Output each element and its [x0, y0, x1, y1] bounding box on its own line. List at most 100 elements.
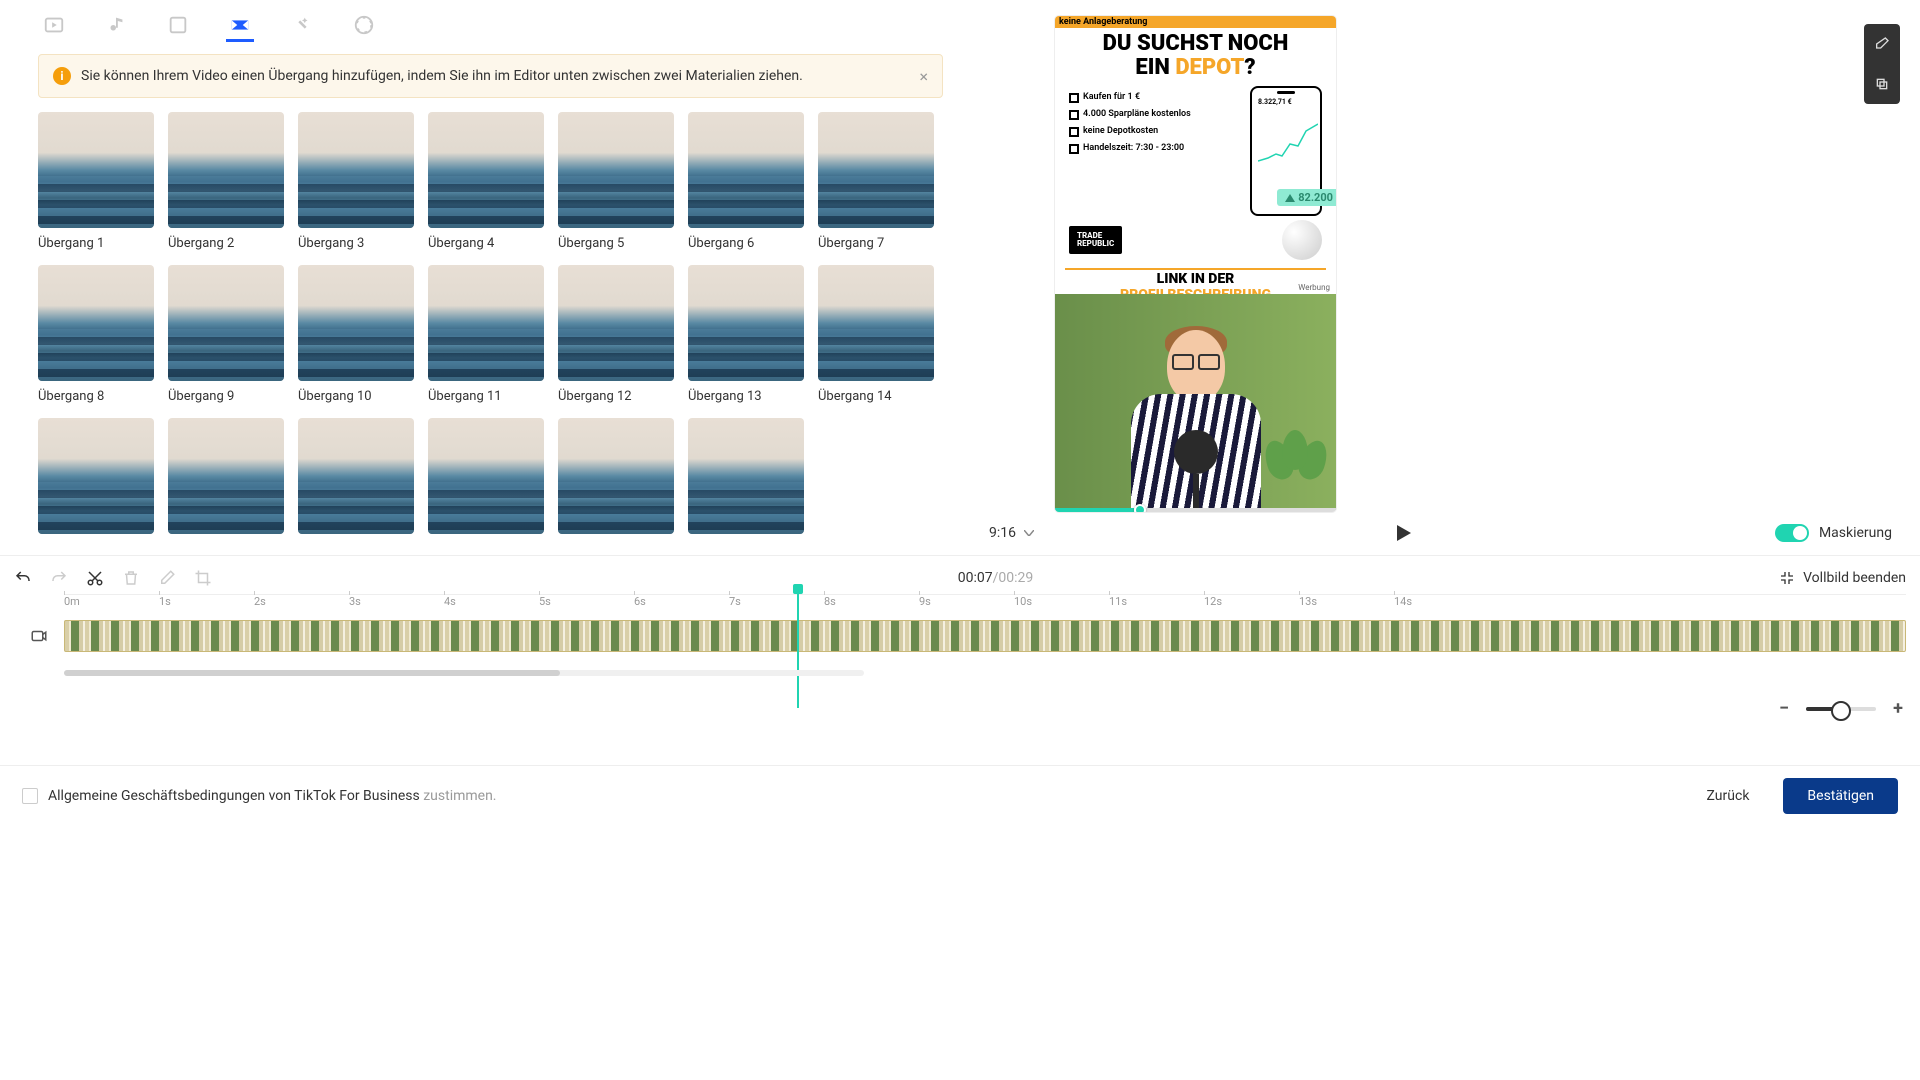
redo-button[interactable]: [50, 569, 68, 587]
play-button[interactable]: [1397, 525, 1411, 541]
transition-thumbnail[interactable]: [298, 418, 414, 534]
transition-thumbnail[interactable]: [688, 418, 804, 534]
transition-label: Übergang 12: [558, 389, 674, 404]
info-text: Sie können Ihrem Video einen Übergang hi…: [81, 68, 803, 84]
transition-label: Übergang 2: [168, 236, 284, 251]
video-track-clip[interactable]: [64, 620, 1906, 652]
transition-item[interactable]: Übergang 2: [168, 112, 284, 251]
playhead[interactable]: [797, 588, 799, 708]
transition-item[interactable]: Übergang 19: [558, 418, 674, 541]
editor-tabs: [14, 14, 971, 42]
transition-thumbnail[interactable]: [428, 418, 544, 534]
transition-item[interactable]: Übergang 18: [428, 418, 544, 541]
preview-topbar: keine Anlageberatung: [1055, 16, 1336, 28]
tab-video[interactable]: [40, 14, 68, 42]
preview-headline: DU SUCHST NOCH EIN DEPOT?: [1055, 28, 1336, 80]
transition-item[interactable]: Übergang 12: [558, 265, 674, 404]
transition-label: Übergang 11: [428, 389, 544, 404]
aspect-ratio-select[interactable]: 9:16: [989, 525, 1034, 541]
confirm-button[interactable]: Bestätigen: [1783, 778, 1898, 814]
mask-label: Maskierung: [1819, 525, 1892, 541]
tab-stickers[interactable]: [350, 14, 378, 42]
transition-label: Übergang 14: [818, 389, 934, 404]
transition-item[interactable]: Übergang 9: [168, 265, 284, 404]
zoom-slider[interactable]: [1806, 707, 1876, 711]
transition-item[interactable]: Übergang 10: [298, 265, 414, 404]
edit-button[interactable]: [158, 569, 176, 587]
timeline-ruler[interactable]: 0m1s2s3s4s5s6s7s8s9s10s11s12s13s14s: [64, 594, 1906, 614]
zoom-out-button[interactable]: −: [1776, 698, 1792, 719]
zoom-in-button[interactable]: +: [1890, 698, 1906, 719]
transition-item[interactable]: Übergang 1: [38, 112, 154, 251]
side-tools: [1864, 24, 1900, 104]
transition-label: Übergang 4: [428, 236, 544, 251]
transition-label: Übergang 9: [168, 389, 284, 404]
transition-item[interactable]: Übergang 13: [688, 265, 804, 404]
transition-label: Übergang 3: [298, 236, 414, 251]
transition-grid: Übergang 1 Übergang 2 Übergang 3 Übergang 4…: [14, 112, 967, 541]
transition-thumbnail[interactable]: [168, 265, 284, 381]
preview-badge: 82.200 €: [1277, 189, 1336, 206]
time-display: 00:07/00:29: [212, 570, 1779, 586]
transition-thumbnail[interactable]: [688, 265, 804, 381]
transition-item[interactable]: Übergang 4: [428, 112, 544, 251]
chevron-down-icon: [1024, 530, 1034, 536]
tab-text[interactable]: [164, 14, 192, 42]
timeline-scrollbar[interactable]: [64, 670, 864, 676]
transition-label: Übergang 10: [298, 389, 414, 404]
transition-item[interactable]: Übergang 11: [428, 265, 544, 404]
video-track-icon: [14, 627, 64, 645]
tab-transitions[interactable]: [226, 14, 254, 42]
transition-thumbnail[interactable]: [298, 265, 414, 381]
crop-button[interactable]: [194, 569, 212, 587]
transition-label: Übergang 5: [558, 236, 674, 251]
transition-thumbnail[interactable]: [168, 418, 284, 534]
info-banner: i Sie können Ihrem Video einen Übergang …: [38, 54, 943, 98]
mask-toggle[interactable]: [1775, 524, 1809, 542]
transition-item[interactable]: Übergang 8: [38, 265, 154, 404]
transition-item[interactable]: Übergang 3: [298, 112, 414, 251]
exit-fullscreen-button[interactable]: Vollbild beenden: [1779, 570, 1906, 586]
transition-item[interactable]: Übergang 7: [818, 112, 934, 251]
back-button[interactable]: Zurück: [1683, 778, 1774, 814]
transition-label: Übergang 1: [38, 236, 154, 251]
terms-checkbox[interactable]: [22, 788, 38, 804]
transition-label: Übergang 8: [38, 389, 154, 404]
transition-thumbnail[interactable]: [558, 265, 674, 381]
preview-checks: Kaufen für 1 €4.000 Sparpläne kostenlosk…: [1069, 86, 1246, 216]
transition-thumbnail[interactable]: [428, 265, 544, 381]
transition-label: Übergang 13: [688, 389, 804, 404]
transition-thumbnail[interactable]: [38, 418, 154, 534]
transition-item[interactable]: Übergang 14: [818, 265, 934, 404]
layers-icon[interactable]: [1864, 64, 1900, 104]
transition-thumbnail[interactable]: [818, 265, 934, 381]
close-icon[interactable]: ×: [919, 67, 928, 86]
transition-item[interactable]: Übergang 6: [688, 112, 804, 251]
delete-button[interactable]: [122, 569, 140, 587]
transition-thumbnail[interactable]: [558, 418, 674, 534]
exit-fullscreen-icon: [1779, 570, 1795, 586]
eraser-icon[interactable]: [1864, 24, 1900, 64]
transition-thumbnail[interactable]: [38, 265, 154, 381]
transition-item[interactable]: Übergang 17: [298, 418, 414, 541]
transition-item[interactable]: Übergang 5: [558, 112, 674, 251]
transition-thumbnail[interactable]: [38, 112, 154, 228]
transition-label: Übergang 6: [688, 236, 804, 251]
transition-thumbnail[interactable]: [688, 112, 804, 228]
undo-button[interactable]: [14, 569, 32, 587]
transition-item[interactable]: Übergang 16: [168, 418, 284, 541]
transition-item[interactable]: Übergang 20: [688, 418, 804, 541]
transition-thumbnail[interactable]: [818, 112, 934, 228]
transition-item[interactable]: Übergang 15: [38, 418, 154, 541]
video-preview: keine Anlageberatung DU SUCHST NOCH EIN …: [1055, 16, 1336, 512]
cut-button[interactable]: [86, 569, 104, 587]
trade-republic-logo: TRADEREPUBLIC: [1069, 226, 1122, 254]
transition-thumbnail[interactable]: [168, 112, 284, 228]
tab-effects[interactable]: [288, 14, 316, 42]
terms-text: Allgemeine Geschäftsbedingungen von TikT…: [48, 788, 497, 804]
transition-thumbnail[interactable]: [428, 112, 544, 228]
transition-thumbnail[interactable]: [558, 112, 674, 228]
tab-audio[interactable]: [102, 14, 130, 42]
transition-label: Übergang 7: [818, 236, 934, 251]
transition-thumbnail[interactable]: [298, 112, 414, 228]
